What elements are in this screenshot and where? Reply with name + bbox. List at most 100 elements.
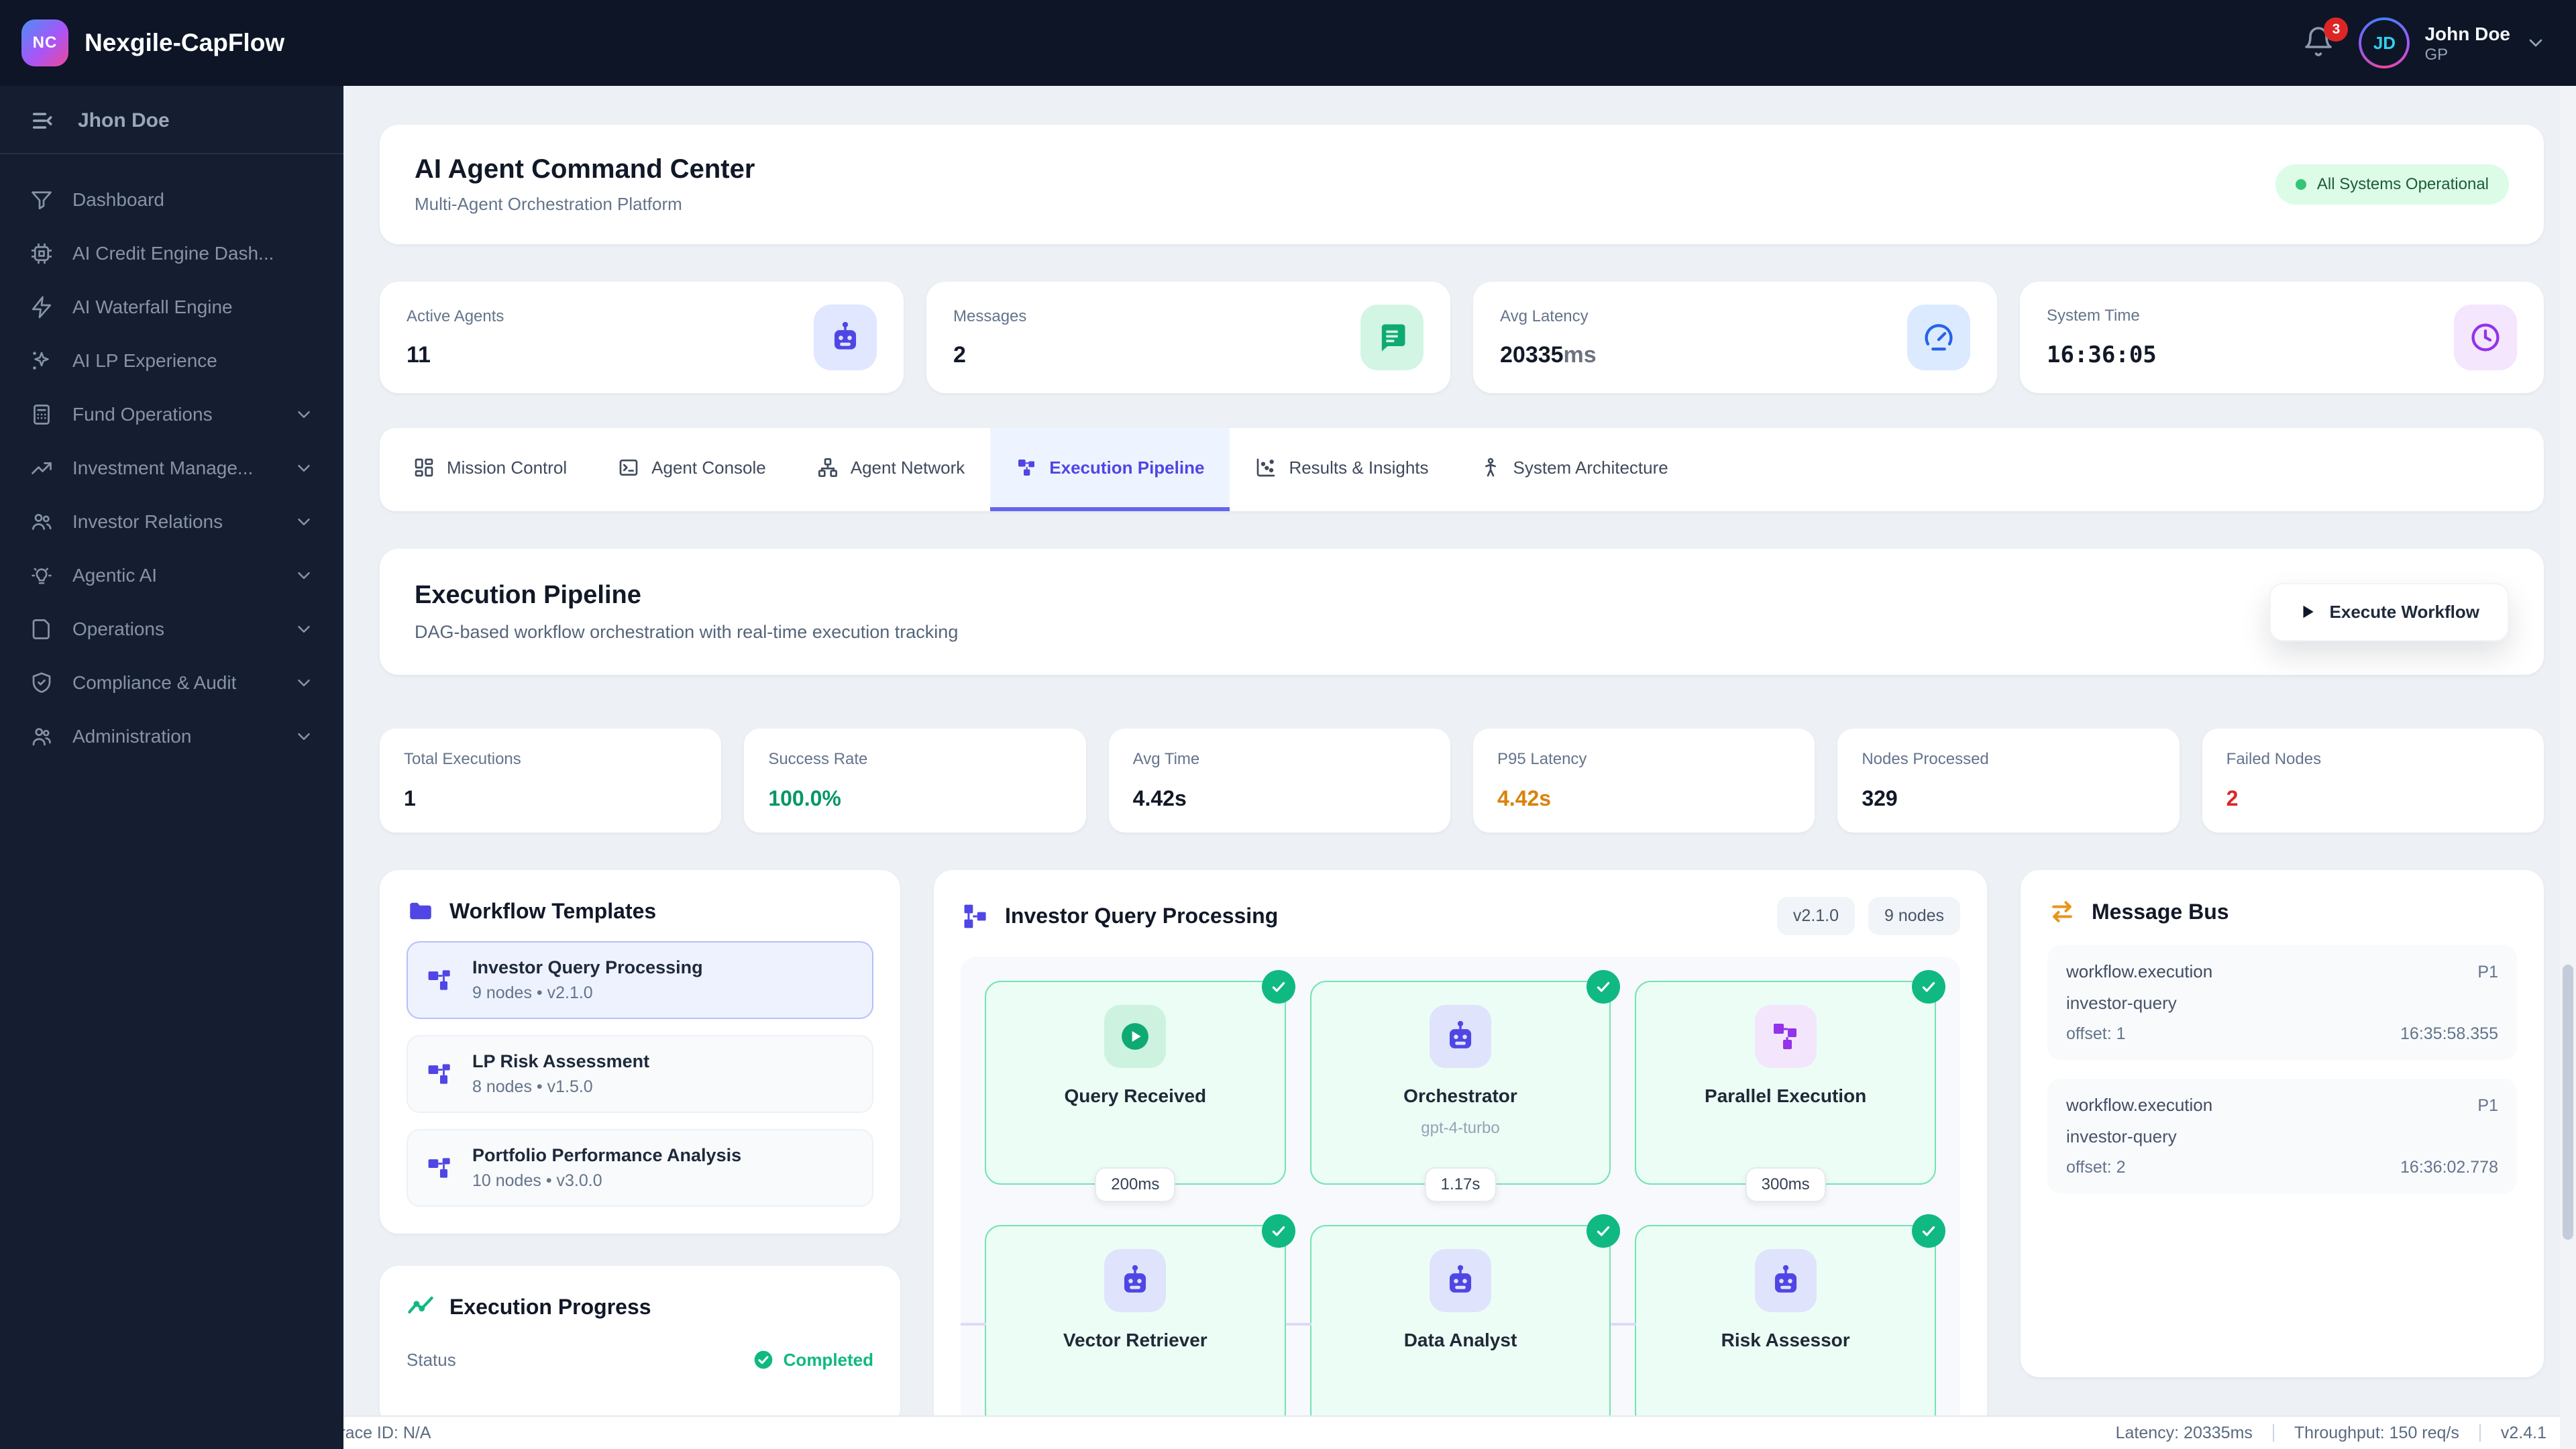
lightbulb-icon — [30, 564, 54, 588]
sidebar-item-administration[interactable]: Administration — [11, 710, 333, 763]
workflow-icon — [425, 1059, 455, 1089]
notifications-button[interactable]: 3 — [2302, 17, 2349, 60]
pipeline-title: Execution Pipeline — [415, 581, 641, 609]
workflow-icon — [425, 965, 455, 995]
sidebar-item-ai-waterfall[interactable]: AI Waterfall Engine — [11, 280, 333, 334]
calculator-icon — [30, 402, 54, 427]
funnel-icon — [30, 188, 54, 212]
progress-status-label: Status — [407, 1349, 456, 1370]
main-content: AI Agent Command Center Multi-Agent Orch… — [343, 86, 2576, 1449]
stat-card-active-agents: Active Agents 11 — [380, 282, 904, 393]
arrows-swap-icon — [2047, 897, 2077, 926]
node-duration: 200ms — [1095, 1167, 1176, 1202]
chevron-down-icon — [294, 619, 314, 639]
tab-label: Results & Insights — [1289, 457, 1429, 478]
version-badge: v2.1.0 — [1776, 897, 1856, 935]
chevron-down-icon — [294, 673, 314, 693]
tab-agent-network[interactable]: Agent Network — [792, 428, 991, 511]
dag-node-parallel-execution[interactable]: Parallel Execution 300ms — [1635, 970, 1945, 1202]
message-bus-title: Message Bus — [2092, 899, 2229, 924]
dag-node-data-analyst[interactable]: Data Analyst — [1285, 1214, 1621, 1429]
sidebar-item-label: AI Credit Engine Dash... — [72, 243, 274, 264]
tab-label: Agent Console — [651, 457, 766, 478]
workflow-icon — [425, 1153, 455, 1183]
users-icon — [30, 510, 54, 534]
trending-up-icon — [30, 456, 54, 480]
stat-label: System Time — [2047, 307, 2140, 325]
latency-unit: ms — [1563, 341, 1597, 368]
dag-node-risk-assessor[interactable]: Risk Assessor — [1611, 1214, 1945, 1429]
template-name: Investor Query Processing — [472, 957, 703, 977]
check-badge-icon — [1587, 970, 1621, 1004]
pstat-value: 2 — [2226, 786, 2239, 810]
play-circle-icon — [1104, 1005, 1167, 1068]
pipeline-subtitle: DAG-based workflow orchestration with re… — [415, 622, 959, 642]
shield-check-icon — [30, 671, 54, 695]
cpu-icon — [30, 241, 54, 266]
workflow-icon — [1016, 457, 1037, 478]
template-investor-query-processing[interactable]: Investor Query Processing 9 nodes • v2.1… — [407, 941, 873, 1019]
dag-node-vector-retriever[interactable]: Vector Retriever — [960, 1214, 1295, 1429]
pstat-label: Success Rate — [768, 750, 868, 768]
sidebar-collapse-icon[interactable] — [30, 107, 56, 134]
clock-icon — [2454, 305, 2517, 370]
stats-row: Active Agents 11 Messages 2 Avg Latency … — [380, 282, 2544, 393]
sidebar-item-fund-operations[interactable]: Fund Operations — [11, 388, 333, 441]
scrollbar-thumb[interactable] — [2563, 965, 2573, 1240]
sidebar-item-agentic-ai[interactable]: Agentic AI — [11, 549, 333, 602]
sidebar-item-label: Agentic AI — [72, 565, 158, 586]
avatar: JD — [2359, 17, 2410, 68]
execute-workflow-label: Execute Workflow — [2329, 601, 2479, 622]
tab-results-insights[interactable]: Results & Insights — [1230, 428, 1454, 511]
page-subtitle: Multi-Agent Orchestration Platform — [415, 194, 682, 214]
bus-offset: offset: 2 — [2066, 1158, 2126, 1177]
sidebar-item-operations[interactable]: Operations — [11, 602, 333, 656]
sidebar-item-ai-credit-engine[interactable]: AI Credit Engine Dash... — [11, 227, 333, 280]
pstat-label: P95 Latency — [1497, 750, 1587, 768]
stat-value: 2 — [953, 341, 966, 368]
scrollbar-track[interactable] — [2560, 86, 2576, 1449]
execution-progress-panel: Execution Progress Status Completed — [380, 1266, 900, 1427]
sidebar-item-investment-management[interactable]: Investment Manage... — [11, 441, 333, 495]
tab-execution-pipeline[interactable]: Execution Pipeline — [990, 428, 1230, 511]
stat-label: Messages — [953, 307, 1027, 325]
template-meta: 9 nodes • v2.1.0 — [472, 983, 593, 1002]
tab-system-architecture[interactable]: System Architecture — [1454, 428, 1694, 511]
stat-card-system-time: System Time 16:36:05 — [2020, 282, 2544, 393]
sidebar-item-investor-relations[interactable]: Investor Relations — [11, 495, 333, 549]
sparkles-icon — [30, 349, 54, 373]
brand-title: Nexgile-CapFlow — [85, 29, 285, 56]
statusbar: Trace ID: N/A Latency: 20335ms Throughpu… — [0, 1415, 2576, 1449]
pstat-total-executions: Total Executions 1 — [380, 729, 722, 833]
bus-timestamp: 16:36:02.778 — [2400, 1158, 2498, 1177]
sidebar-item-label: Compliance & Audit — [72, 672, 237, 693]
dag-node-orchestrator[interactable]: Orchestrator gpt-4-turbo 1.17s — [1309, 970, 1621, 1202]
tab-agent-console[interactable]: Agent Console — [592, 428, 792, 511]
robot-icon — [1104, 1249, 1167, 1312]
execute-workflow-button[interactable]: Execute Workflow — [2269, 582, 2509, 641]
bus-timestamp: 16:35:58.355 — [2400, 1024, 2498, 1043]
pstat-label: Avg Time — [1132, 750, 1200, 768]
stat-value: 20335ms — [1500, 342, 1597, 368]
sidebar-item-ai-lp-experience[interactable]: AI LP Experience — [11, 334, 333, 388]
pipeline-header-card: Execution Pipeline DAG-based workflow or… — [380, 549, 2544, 675]
sidebar-item-dashboard[interactable]: Dashboard — [11, 173, 333, 227]
topbar: NC Nexgile-CapFlow 3 JD John Doe GP — [0, 0, 2576, 86]
template-portfolio-performance-analysis[interactable]: Portfolio Performance Analysis 10 nodes … — [407, 1129, 873, 1207]
divider — [2479, 1424, 2481, 1442]
sidebar-item-compliance-audit[interactable]: Compliance & Audit — [11, 656, 333, 710]
tab-mission-control[interactable]: Mission Control — [388, 428, 592, 511]
dag-node-query-received[interactable]: Query Received 200ms — [985, 970, 1295, 1202]
user-menu[interactable]: JD John Doe GP — [2359, 17, 2546, 68]
stat-label: Active Agents — [407, 307, 504, 325]
bus-channel: investor-query — [2066, 993, 2177, 1013]
pstat-label: Total Executions — [404, 750, 521, 768]
template-lp-risk-assessment[interactable]: LP Risk Assessment 8 nodes • v1.5.0 — [407, 1035, 873, 1113]
divider — [2272, 1424, 2274, 1442]
pstat-avg-time: Avg Time 4.42s — [1108, 729, 1450, 833]
pstat-value: 329 — [1862, 786, 1898, 810]
throughput-text: Throughput: 150 req/s — [2294, 1423, 2459, 1442]
workflow-templates-panel: Workflow Templates Investor Query Proces… — [380, 870, 900, 1234]
tabbar: Mission Control Agent Console Agent Netw… — [380, 428, 2544, 511]
scatter-chart-icon — [1255, 457, 1277, 478]
